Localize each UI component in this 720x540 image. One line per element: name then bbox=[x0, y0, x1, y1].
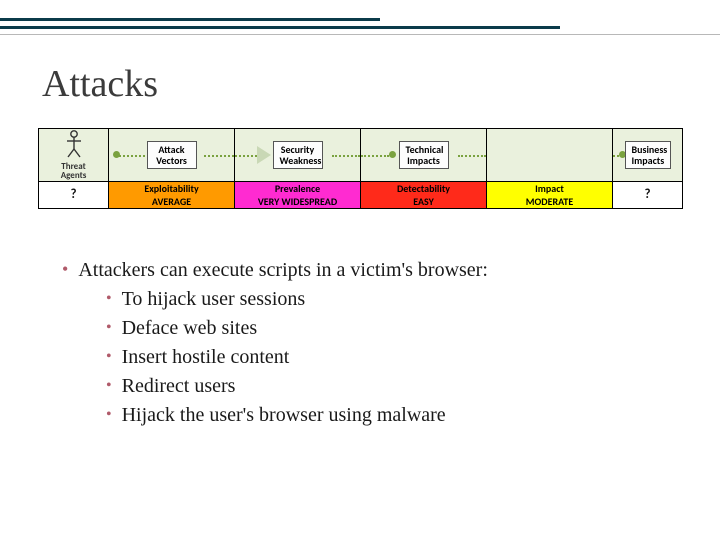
exploitability-cell: Exploitability AVERAGE bbox=[109, 181, 235, 208]
list-item: • Insert hostile content bbox=[106, 343, 680, 372]
sub-bullet-text: Redirect users bbox=[122, 372, 236, 401]
impact-cell: Impact MODERATE bbox=[487, 181, 613, 208]
main-bullet-text: Attackers can execute scripts in a victi… bbox=[78, 256, 488, 285]
bullet-icon: • bbox=[106, 314, 112, 341]
sub-bullet-text: To hijack user sessions bbox=[122, 285, 306, 314]
bullet-content: • Attackers can execute scripts in a vic… bbox=[62, 256, 680, 430]
bullet-icon: • bbox=[106, 343, 112, 370]
threat-agents-value: ? bbox=[39, 181, 109, 208]
business-impacts-box: Business Impacts bbox=[625, 141, 671, 169]
sub-bullet-text: Insert hostile content bbox=[122, 343, 290, 372]
bullet-icon: • bbox=[62, 256, 68, 284]
list-item: • To hijack user sessions bbox=[106, 285, 680, 314]
business-impacts-value: ? bbox=[613, 181, 683, 208]
security-weakness-cell: Security Weakness bbox=[235, 129, 361, 182]
list-item: • Attackers can execute scripts in a vic… bbox=[62, 256, 680, 285]
list-item: • Deface web sites bbox=[106, 314, 680, 343]
page-title: Attacks bbox=[42, 62, 158, 106]
list-item: • Hijack the user's browser using malwar… bbox=[106, 401, 680, 430]
attack-vectors-box: Attack Vectors bbox=[147, 141, 197, 169]
bullet-icon: • bbox=[106, 401, 112, 428]
technical-impacts-cell: Technical Impacts bbox=[361, 129, 487, 182]
business-impacts-cell: Business Impacts bbox=[613, 129, 683, 182]
bullet-icon: • bbox=[106, 372, 112, 399]
technical-impacts-box: Technical Impacts bbox=[399, 141, 449, 169]
slide-top-decoration bbox=[0, 0, 720, 34]
prevalence-cell: Prevalence VERY WIDESPREAD bbox=[235, 181, 361, 208]
sub-bullet-text: Deface web sites bbox=[122, 314, 258, 343]
list-item: • Redirect users bbox=[106, 372, 680, 401]
arrow-icon bbox=[257, 146, 271, 164]
between-cell bbox=[487, 129, 613, 182]
risk-diagram: Threat Agents Attack Vectors Security We… bbox=[38, 128, 683, 209]
attack-vectors-cell: Attack Vectors bbox=[109, 129, 235, 182]
sub-bullet-text: Hijack the user's browser using malware bbox=[122, 401, 446, 430]
security-weakness-box: Security Weakness bbox=[273, 141, 323, 169]
detectability-cell: Detectability EASY bbox=[361, 181, 487, 208]
bullet-icon: • bbox=[106, 285, 112, 312]
person-icon bbox=[64, 129, 84, 159]
threat-label-bot: Agents bbox=[61, 170, 87, 181]
threat-agents-header: Threat Agents bbox=[39, 129, 109, 182]
